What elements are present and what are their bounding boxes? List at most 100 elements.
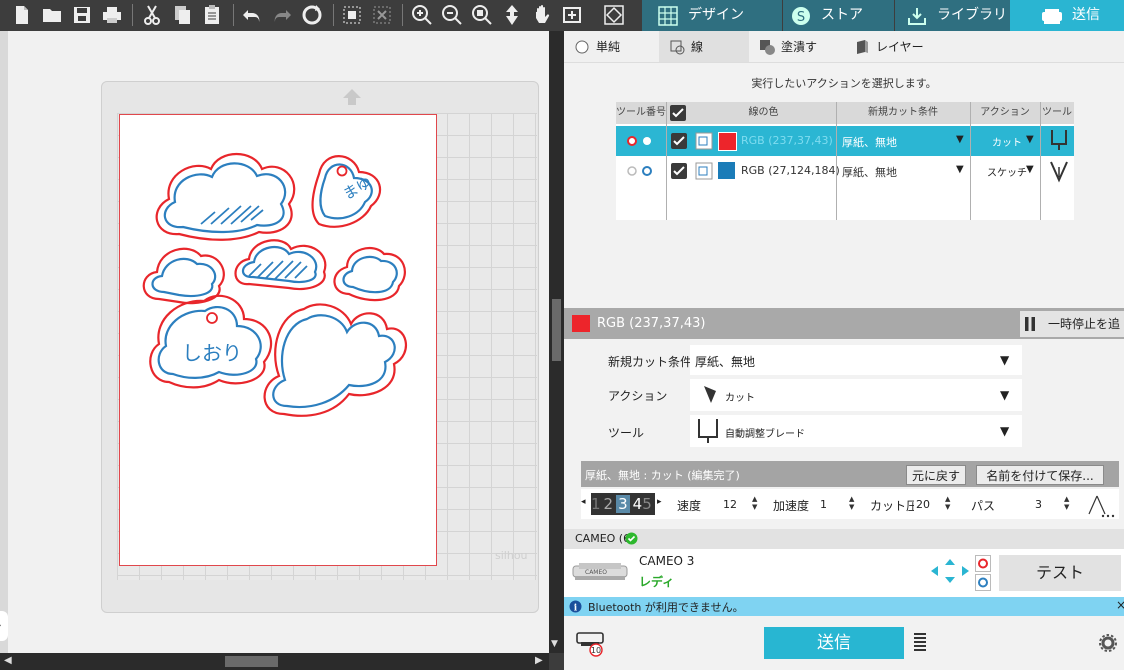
pan-hand-icon[interactable] xyxy=(530,3,554,27)
zoom-out-icon[interactable] xyxy=(440,3,464,27)
force-stepper-icon[interactable]: ▲ ▼ xyxy=(945,495,950,511)
header-line-color: 線の色 xyxy=(691,102,836,124)
material-value: 厚紙、無地 xyxy=(695,355,756,369)
pause-button[interactable]: 一時停止を追 xyxy=(1020,311,1124,337)
action-dropdown-arrow-icon[interactable]: ▼ xyxy=(1026,134,1034,145)
tab-simple[interactable]: 単純 xyxy=(564,31,659,62)
header-tool: ツール xyxy=(1040,102,1074,124)
material-dropdown-arrow-icon[interactable]: ▼ xyxy=(956,134,964,145)
print-icon[interactable] xyxy=(100,3,124,27)
bookmark-label-text: しおり xyxy=(182,341,242,365)
ungroup-icon[interactable] xyxy=(370,3,394,27)
action-value: カット xyxy=(725,393,755,404)
cut-scissors-icon[interactable] xyxy=(140,3,164,27)
action-dropdown-arrow-icon[interactable]: ▼ xyxy=(1026,164,1034,175)
vertical-scroll-thumb[interactable] xyxy=(552,299,561,361)
move-arrows-icon[interactable] xyxy=(929,557,971,585)
add-page-icon[interactable] xyxy=(560,3,584,27)
force-label: カット圧 xyxy=(870,499,919,513)
device-name: CAMEO 3 xyxy=(639,554,695,568)
passes-label: パス xyxy=(971,499,996,513)
tool-select[interactable]: 自動調整ブレード ▼ xyxy=(690,415,1022,447)
blade-depth-selector[interactable]: 1 2 3 45 xyxy=(591,493,655,515)
canvas-horizontal-scrollbar[interactable]: ◀ ▶ xyxy=(0,653,549,670)
table-row[interactable]: RGB (237,37,43) 厚紙、無地 ▼ カット ▼ xyxy=(616,126,1074,156)
scroll-left-arrow-icon[interactable]: ◀ xyxy=(4,655,12,666)
zoom-in-icon[interactable] xyxy=(410,3,434,27)
design-shapes[interactable]: まゆ しおり xyxy=(119,114,437,566)
canvas-vertical-scrollbar[interactable]: ▼ xyxy=(549,31,564,653)
blade-icon[interactable] xyxy=(1048,128,1070,152)
settings-gear-icon[interactable] xyxy=(1099,634,1117,652)
copy-icon[interactable] xyxy=(170,3,194,27)
auto-blade-icon xyxy=(698,419,718,443)
passes-stepper-icon[interactable]: ▲ ▼ xyxy=(1064,495,1069,511)
scroll-right-arrow-icon[interactable]: ▶ xyxy=(535,655,543,666)
save-icon[interactable] xyxy=(70,3,94,27)
test-button[interactable]: テスト xyxy=(999,555,1121,591)
send-button[interactable]: 送信 xyxy=(764,627,904,659)
select-all-checkbox[interactable] xyxy=(670,105,686,121)
action-select[interactable]: カット ▼ xyxy=(690,379,1022,411)
row-action[interactable]: カット xyxy=(992,134,1022,149)
material-dropdown-arrow-icon[interactable]: ▼ xyxy=(956,164,964,175)
refresh-icon[interactable] xyxy=(300,3,324,27)
cut-blade-icon xyxy=(704,386,716,403)
pen-icon[interactable] xyxy=(1048,159,1070,183)
line-segment-overcut-icon[interactable] xyxy=(1085,492,1117,518)
tab-line[interactable]: 線 xyxy=(659,31,749,62)
revert-button[interactable]: 元に戻す xyxy=(906,465,966,485)
blade-left-arrow-icon[interactable]: ◂ xyxy=(581,497,586,507)
tab-store-label: ストア xyxy=(821,7,863,23)
bluetooth-message: Bluetooth が利用できません。 xyxy=(588,601,744,614)
move-down-arrow-icon[interactable] xyxy=(500,3,524,27)
row-color-label: RGB (27,124,184) xyxy=(741,164,840,177)
header-material: 新規カット条件 xyxy=(836,102,970,124)
device-row[interactable]: CAMEO CAMEO 3 レディ テスト xyxy=(564,549,1124,597)
save-as-button[interactable]: 名前を付けて保存... xyxy=(976,465,1104,485)
row-material[interactable]: 厚紙、無地 xyxy=(842,134,897,150)
pause-icon xyxy=(1025,317,1035,331)
zoom-select-icon[interactable] xyxy=(470,3,494,27)
cut-settings-status: 厚紙、無地 : カット (編集完了) xyxy=(585,469,740,482)
group-icon[interactable] xyxy=(340,3,364,27)
row-material[interactable]: 厚紙、無地 xyxy=(842,164,897,180)
row-action[interactable]: スケッチ xyxy=(987,164,1027,179)
tab-store[interactable]: S ストア xyxy=(782,0,894,31)
tab-simple-label: 単純 xyxy=(596,40,621,54)
tool-value: 自動調整ブレード xyxy=(725,429,805,440)
new-document-icon[interactable] xyxy=(10,3,34,27)
expand-panel-chevron-icon[interactable]: › xyxy=(0,611,8,641)
table-row[interactable]: RGB (27,124,184) 厚紙、無地 ▼ スケッチ ▼ xyxy=(616,156,1074,186)
undo-icon[interactable] xyxy=(240,3,264,27)
selected-color-label: RGB (237,37,43) xyxy=(597,316,706,331)
silhouette-logo-icon[interactable] xyxy=(602,3,628,27)
selected-color-bar: RGB (237,37,43) 一時停止を追 xyxy=(564,308,1124,339)
layers-icon xyxy=(857,40,868,54)
tool-radio-icon[interactable] xyxy=(626,135,656,147)
open-folder-icon[interactable] xyxy=(40,3,64,27)
tab-library[interactable]: ライブラリ xyxy=(894,0,1010,31)
header-select-all[interactable] xyxy=(666,102,691,124)
speed-stepper-icon[interactable]: ▲ ▼ xyxy=(752,495,757,511)
queue-list-icon[interactable] xyxy=(913,632,927,652)
tool-radio-icon[interactable] xyxy=(626,165,656,177)
blade-right-arrow-icon[interactable]: ▸ xyxy=(657,497,662,507)
row-checkbox[interactable] xyxy=(671,163,687,179)
material-select[interactable]: 厚紙、無地 ▼ xyxy=(690,345,1022,375)
tab-fill[interactable]: 塗潰す xyxy=(749,31,844,62)
color-swatch xyxy=(718,132,737,151)
action-label: アクション xyxy=(608,389,668,403)
tool-holder-select-icon[interactable] xyxy=(975,555,991,591)
tab-layer[interactable]: レイヤー xyxy=(844,31,954,62)
horizontal-scroll-thumb[interactable] xyxy=(225,656,278,667)
close-notice-icon[interactable]: × xyxy=(1116,598,1124,612)
row-checkbox[interactable] xyxy=(671,133,687,149)
redo-icon[interactable] xyxy=(270,3,294,27)
tab-send[interactable]: 送信 xyxy=(1010,0,1124,31)
scroll-down-arrow-icon[interactable]: ▼ xyxy=(551,639,558,649)
send-queue-icon[interactable]: 10 xyxy=(575,631,607,657)
tab-design[interactable]: デザイン xyxy=(642,0,782,31)
accel-stepper-icon[interactable]: ▲ ▼ xyxy=(849,495,854,511)
paste-icon[interactable] xyxy=(200,3,224,27)
